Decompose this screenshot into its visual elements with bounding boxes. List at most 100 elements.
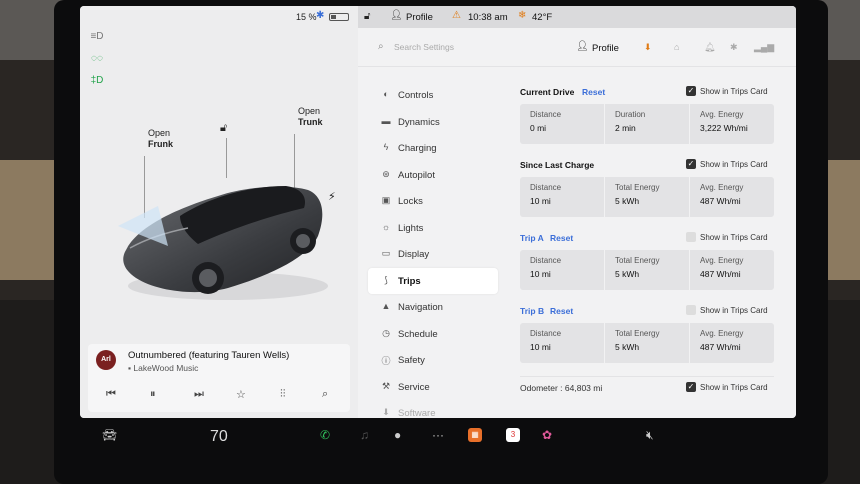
open-trunk-line1: Open bbox=[298, 106, 321, 116]
nav-label: Safety bbox=[398, 355, 425, 366]
lock-icon[interactable]: 🔓︎ bbox=[220, 122, 227, 135]
nav-item-lights[interactable]: ☼ Lights bbox=[368, 215, 498, 242]
light-status-icons: ≡D ◌◌ ‡D bbox=[88, 30, 106, 96]
calendar-icon[interactable]: 3 bbox=[506, 428, 520, 442]
trip-b-stats: Distance 10 mi Total Energy 5 kWh Avg. Ene… bbox=[520, 323, 774, 363]
nav-item-service[interactable]: ⚒︎ Service bbox=[368, 374, 498, 401]
download-icon: ⬇︎ bbox=[382, 407, 390, 417]
fog-lights-icon[interactable]: ‡D bbox=[88, 74, 106, 88]
search-icon: ⌕ bbox=[378, 41, 384, 52]
lock-icon[interactable]: 🔓︎ bbox=[364, 11, 370, 22]
show-in-trips-card-checkbox[interactable]: ✓ bbox=[686, 159, 696, 169]
nav-label: Service bbox=[398, 381, 430, 393]
steering-wheel-icon: ⊛ bbox=[382, 168, 390, 179]
since-last-charge-header: Since Last Charge ✓ Show in Trips Card bbox=[520, 157, 774, 175]
pause-icon[interactable]: ⏸ bbox=[150, 388, 156, 401]
stat-value: 0 mi bbox=[530, 123, 547, 133]
settings-profile-label[interactable]: Profile bbox=[592, 43, 619, 54]
nav-label: Navigation bbox=[398, 302, 443, 313]
show-in-trips-card-checkbox[interactable]: ✓ bbox=[686, 86, 696, 96]
toybox-icon[interactable]: ▦ bbox=[468, 428, 482, 442]
stat-value: 5 kWh bbox=[615, 342, 640, 352]
profile-label[interactable]: Profile bbox=[406, 12, 433, 23]
odometer-value: 64,803 mi bbox=[564, 383, 603, 393]
nav-item-schedule[interactable]: ◷ Schedule bbox=[368, 321, 498, 348]
media-search-icon[interactable]: ⌕ bbox=[322, 388, 328, 401]
volume-mute-icon[interactable]: 🔇︎ bbox=[646, 428, 654, 443]
profile-icon[interactable]: 👤︎ bbox=[576, 41, 589, 52]
nav-item-charging[interactable]: ϟ Charging bbox=[368, 135, 498, 162]
odometer-show-in-trips-card-checkbox[interactable]: ✓ bbox=[686, 382, 696, 392]
song-title: Outnumbered (featuring Tauren Wells) bbox=[128, 350, 290, 361]
stat-cell: Avg. Energy 3,222 Wh/mi bbox=[689, 104, 774, 144]
music-icon[interactable]: ♫ bbox=[360, 428, 369, 442]
bluetooth-icon[interactable]: ✱ bbox=[730, 42, 738, 53]
trips-icon: ⟆ bbox=[384, 274, 388, 285]
stat-value: 487 Wh/mi bbox=[700, 269, 741, 279]
previous-icon[interactable]: ⏮ bbox=[106, 388, 116, 401]
odometer-label: Odometer : 64,803 mi bbox=[520, 383, 602, 393]
open-frunk-button[interactable]: Open Frunk bbox=[148, 128, 173, 150]
info-icon: ⓘ bbox=[381, 356, 391, 366]
settings-search-input[interactable] bbox=[394, 39, 534, 55]
equalizer-icon[interactable]: ⫶⫶ bbox=[280, 388, 286, 401]
checkbox-label: Show in Trips Card bbox=[700, 306, 768, 315]
bolt-icon: ϟ bbox=[383, 142, 389, 152]
profile-icon[interactable]: 👤︎ bbox=[390, 10, 403, 21]
nav-label: Dynamics bbox=[398, 116, 440, 128]
car-icon[interactable]: 🚘︎ bbox=[102, 428, 117, 442]
album-art[interactable]: Arl bbox=[96, 350, 116, 370]
section-title[interactable]: Trip B bbox=[520, 306, 544, 316]
stat-value: 10 mi bbox=[530, 342, 551, 352]
charge-port-icon[interactable]: ⚡︎ bbox=[328, 190, 336, 203]
favorite-icon[interactable]: ☆ bbox=[236, 388, 246, 401]
reset-current-drive-button[interactable]: Reset bbox=[582, 87, 605, 97]
section-title[interactable]: Trip A bbox=[520, 233, 544, 243]
touchscreen: 15 % ✱ ≡D ◌◌ ‡D Open Frunk Open Trunk 🔓︎… bbox=[80, 6, 796, 418]
media-player: Arl Outnumbered (featuring Tauren Wells)… bbox=[88, 344, 350, 412]
nav-label: Schedule bbox=[398, 328, 438, 340]
reset-trip-a-button[interactable]: Reset bbox=[550, 233, 573, 243]
app-launcher-icon[interactable]: ✿ bbox=[542, 428, 552, 442]
stat-cell: Total Energy 5 kWh bbox=[604, 250, 689, 290]
next-icon[interactable]: ⏭ bbox=[194, 388, 204, 401]
nav-item-trips[interactable]: ⟆ Trips bbox=[368, 267, 498, 294]
stat-cell: Avg. Energy 487 Wh/mi bbox=[689, 323, 774, 363]
nav-item-locks[interactable]: ▣ Locks bbox=[368, 188, 498, 215]
lock-icon: ▣ bbox=[381, 195, 391, 205]
wrench-icon: ⚒︎ bbox=[381, 380, 391, 391]
artist-name-text: LakeWood Music bbox=[133, 363, 199, 373]
settings-header: ⌕ 👤︎ Profile ⬇︎ ⌂ 🔔︎ ✱ ▂▄▆ bbox=[358, 36, 796, 60]
nav-item-software[interactable]: ⬇︎ Software bbox=[368, 400, 498, 418]
stat-value: 5 kWh bbox=[615, 269, 640, 279]
nav-label: Autopilot bbox=[398, 169, 435, 181]
download-icon[interactable]: ⬇︎ bbox=[644, 42, 652, 53]
open-trunk-button[interactable]: Open Trunk bbox=[298, 106, 323, 128]
nav-item-navigation[interactable]: ▲ Navigation bbox=[368, 294, 498, 321]
climate-temperature[interactable]: 70 bbox=[210, 428, 228, 446]
show-in-trips-card-checkbox[interactable] bbox=[686, 232, 696, 242]
stat-label: Avg. Energy bbox=[700, 110, 744, 119]
nav-item-autopilot[interactable]: ⊛ Autopilot bbox=[368, 162, 498, 189]
nav-item-safety[interactable]: ⓘ Safety bbox=[368, 347, 498, 374]
nav-item-dynamics[interactable]: ▬ Dynamics bbox=[368, 109, 498, 136]
parking-lights-icon[interactable]: ◌◌ bbox=[88, 52, 106, 66]
show-in-trips-card-checkbox[interactable] bbox=[686, 305, 696, 315]
nav-item-controls[interactable]: ◐ Controls bbox=[368, 82, 498, 109]
stat-label: Total Energy bbox=[615, 183, 660, 192]
phone-icon[interactable]: ✆ bbox=[320, 428, 330, 442]
warning-icon[interactable]: ⚠︎ bbox=[452, 10, 461, 21]
car-panel: 15 % ✱ ≡D ◌◌ ‡D Open Frunk Open Trunk 🔓︎… bbox=[80, 6, 358, 418]
stat-label: Distance bbox=[530, 110, 562, 119]
more-apps-icon[interactable]: ··· bbox=[432, 428, 444, 442]
bell-icon[interactable]: 🔔︎ bbox=[704, 42, 715, 53]
homelink-icon[interactable]: ⌂ bbox=[674, 42, 679, 52]
stat-cell: Avg. Energy 487 Wh/mi bbox=[689, 250, 774, 290]
camera-icon[interactable]: ● bbox=[394, 428, 401, 442]
reset-trip-b-button[interactable]: Reset bbox=[550, 306, 573, 316]
stat-cell: Duration 2 min bbox=[604, 104, 689, 144]
nav-item-display[interactable]: ▭ Display bbox=[368, 241, 498, 268]
headlights-icon[interactable]: ≡D bbox=[88, 30, 106, 44]
car-model-image[interactable] bbox=[118, 166, 328, 306]
stat-label: Avg. Energy bbox=[700, 256, 744, 265]
